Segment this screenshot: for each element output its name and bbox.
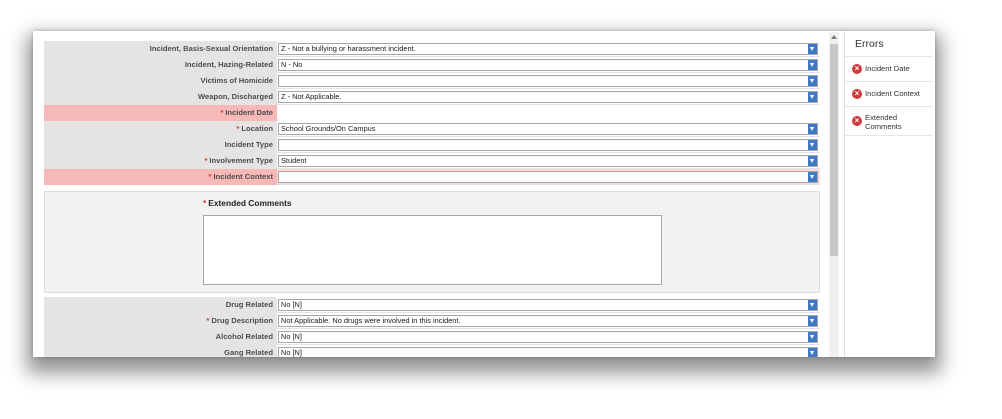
form-row-gang-related: Gang Related No [N] <box>44 345 820 357</box>
field-label: Incident, Hazing-Related <box>44 57 277 73</box>
error-x-icon: × <box>852 64 862 74</box>
errors-title: Errors <box>855 38 884 50</box>
form-row-incident-context: * Incident Context <box>44 169 820 185</box>
incident-hazing-related-select[interactable]: N - No <box>278 59 818 71</box>
chevron-down-icon[interactable] <box>808 332 817 342</box>
field-label: Drug Related <box>44 297 277 313</box>
form-row-drug-related: Drug Related No [N] <box>44 297 820 313</box>
drug-related-select[interactable]: No [N] <box>278 299 818 311</box>
form-row-victims-of-homicide: Victims of Homicide <box>44 73 820 89</box>
chevron-down-icon[interactable] <box>808 76 817 86</box>
drug-description-select[interactable]: Not Applicable. No drugs were involved i… <box>278 315 818 327</box>
incident-date-field[interactable] <box>278 105 820 121</box>
chevron-down-icon[interactable] <box>808 172 817 182</box>
chevron-down-icon[interactable] <box>808 44 817 54</box>
field-label: Victims of Homicide <box>44 73 277 89</box>
alcohol-related-select[interactable]: No [N] <box>278 331 818 343</box>
form-row-involvement-type: * Involvement Type Student <box>44 153 820 169</box>
form-scrollbar[interactable] <box>829 32 839 357</box>
field-label: * Incident Context <box>44 169 277 185</box>
required-marker: * <box>204 156 208 165</box>
chevron-down-icon[interactable] <box>808 124 817 134</box>
chevron-down-icon[interactable] <box>808 300 817 310</box>
form-row-incident-date: * Incident Date <box>44 105 820 121</box>
chevron-down-icon[interactable] <box>808 140 817 150</box>
chevron-down-icon[interactable] <box>808 156 817 166</box>
scroll-up-arrow-icon[interactable] <box>831 35 837 39</box>
form-row-incident-basis-sexual-orientation: Incident, Basis-Sexual Orientation Z - No… <box>44 41 820 57</box>
form-row-location: * Location School Grounds/On Campus <box>44 121 820 137</box>
errors-divider <box>845 56 933 57</box>
required-marker: * <box>203 198 207 208</box>
field-label: * Involvement Type <box>44 153 277 169</box>
field-label: * Incident Date <box>44 105 277 121</box>
error-item-label: Extended Comments <box>865 113 902 131</box>
field-label: Incident, Basis-Sexual Orientation <box>44 41 277 57</box>
victims-of-homicide-select[interactable] <box>278 75 818 87</box>
error-item-label: Incident Context <box>865 89 920 98</box>
error-x-icon: × <box>852 116 862 126</box>
incident-context-select[interactable] <box>278 171 818 183</box>
required-marker: * <box>208 172 212 181</box>
location-select[interactable]: School Grounds/On Campus <box>278 123 818 135</box>
field-label: Weapon, Discharged <box>44 89 277 105</box>
form-row-drug-description: * Drug Description Not Applicable. No drug… <box>44 313 820 329</box>
required-marker: * <box>206 316 210 325</box>
extended-comments-label: * Extended Comments <box>203 198 292 208</box>
form-row-incident-hazing-related: Incident, Hazing-Related N - No <box>44 57 820 73</box>
errors-panel: Errors × Incident Date × Incident Contex… <box>845 31 935 357</box>
field-label: Incident Type <box>44 137 277 153</box>
form-window: * Extended Comments Incident, Basis-Sexua… <box>33 31 935 357</box>
scrollbar-thumb[interactable] <box>830 44 838 256</box>
incident-form: * Extended Comments Incident, Basis-Sexua… <box>44 41 820 357</box>
extended-comments-section: * Extended Comments <box>44 191 820 293</box>
gang-related-select[interactable]: No [N] <box>278 347 818 357</box>
chevron-down-icon[interactable] <box>808 316 817 326</box>
field-label: Alcohol Related <box>44 329 277 345</box>
field-label: * Location <box>44 121 277 137</box>
chevron-down-icon[interactable] <box>808 348 817 357</box>
form-row-weapon-discharged: Weapon, Discharged Z - Not Applicable. <box>44 89 820 105</box>
incident-type-select[interactable] <box>278 139 818 151</box>
required-marker: * <box>236 124 240 133</box>
chevron-down-icon[interactable] <box>808 92 817 102</box>
errors-divider <box>845 106 933 107</box>
error-x-icon: × <box>852 89 862 99</box>
field-label: * Drug Description <box>44 313 277 329</box>
errors-divider <box>845 81 933 82</box>
errors-divider <box>845 135 933 136</box>
extended-comments-textarea[interactable] <box>203 215 662 285</box>
incident-basis-sexual-orientation-select[interactable]: Z - Not a bullying or harassment inciden… <box>278 43 818 55</box>
required-marker: * <box>220 108 224 117</box>
form-row-alcohol-related: Alcohol Related No [N] <box>44 329 820 345</box>
involvement-type-select[interactable]: Student <box>278 155 818 167</box>
error-item-label: Incident Date <box>865 64 910 73</box>
chevron-down-icon[interactable] <box>808 60 817 70</box>
field-label: Gang Related <box>44 345 277 357</box>
form-row-incident-type: Incident Type <box>44 137 820 153</box>
weapon-discharged-select[interactable]: Z - Not Applicable. <box>278 91 818 103</box>
